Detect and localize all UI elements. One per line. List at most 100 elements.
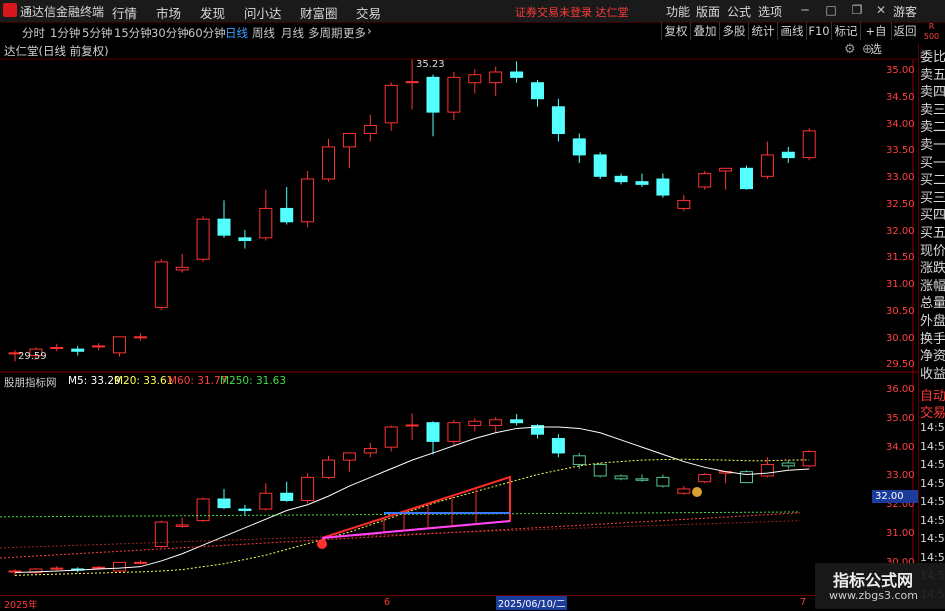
candle-body: [760, 154, 774, 177]
lower-candle-body: [217, 498, 231, 509]
lower-candle: [740, 470, 753, 484]
candle-body: [301, 178, 315, 223]
lower-axis-tick: 36.00: [886, 384, 915, 395]
quote-field: 涨跌: [920, 261, 945, 277]
candle: [677, 195, 691, 212]
lower-candle-body: [614, 475, 628, 480]
candle: [342, 133, 356, 169]
lower-candle-body: [196, 498, 210, 522]
candle: [50, 343, 64, 352]
candle: [802, 128, 816, 161]
lower-candle: [572, 452, 586, 469]
candle: [447, 72, 461, 121]
candle: [760, 141, 774, 179]
ma250-legend: M250: 31.63: [220, 375, 287, 387]
candle-body: [510, 71, 524, 78]
high-price-label: 35.23: [416, 59, 445, 70]
lower-candle: [635, 474, 649, 482]
tick-time: 14:56: [920, 439, 945, 453]
upper-axis-tick: 34.50: [886, 91, 915, 103]
lower-candle: [384, 425, 398, 452]
lower-candle-body: [133, 561, 147, 564]
upper-axis-tick: 30.00: [886, 332, 915, 344]
quote-field: 卖四: [920, 85, 945, 101]
lower-candle: [238, 504, 252, 515]
ma60-sub-line: [0, 520, 801, 549]
candle-body: [363, 125, 377, 135]
lower-candle-body: [489, 419, 503, 427]
quote-field: 卖一: [920, 138, 945, 153]
lower-candle-body: [426, 422, 440, 442]
candle: [280, 187, 294, 225]
quote-field: 买四: [920, 208, 945, 224]
date-end: 7: [800, 597, 807, 608]
tick-time: 14:56: [920, 495, 945, 508]
lower-candle: [593, 463, 607, 478]
upper-axis-tick: 33.50: [886, 145, 915, 157]
candle-body: [551, 106, 565, 135]
candle-body: [238, 237, 252, 242]
signal-dot-icon: [317, 539, 327, 549]
lower-candle-body: [280, 492, 294, 501]
kline-chart[interactable]: [0, 0, 945, 609]
candle-body: [802, 130, 816, 159]
quote-panel: 委比 卖五 卖四 卖三 卖二 卖一 买一 买二 买三 买四 买五 现价 涨跌 涨幅 总量 外盘 换手 净资 收益 自动…: [918, 44, 945, 609]
lower-candle: [322, 455, 335, 479]
lower-axis-tick: 35.00: [886, 412, 915, 424]
tick-time: 14:56: [920, 476, 945, 490]
lower-candle: [781, 460, 795, 469]
lower-candle: [363, 442, 377, 458]
lower-candle-body: [468, 420, 482, 427]
upper-axis-tick: 32.00: [886, 225, 915, 237]
lower-candle: [426, 421, 440, 455]
candle: [301, 170, 315, 228]
candle-body: [656, 178, 670, 196]
candle-body: [71, 348, 85, 352]
candle: [489, 66, 503, 97]
candle-body: [50, 347, 64, 350]
lower-candle: [405, 413, 419, 440]
ma5-line: [14, 426, 810, 573]
quote-field: 买一: [920, 155, 945, 171]
quote-field: 净资: [920, 349, 945, 365]
candle-body: [698, 173, 712, 188]
lower-candle: [301, 473, 315, 504]
lower-candle-body: [740, 471, 753, 484]
lower-axis-tick: 34.00: [886, 441, 915, 453]
candle: [719, 167, 733, 190]
lower-candle-body: [447, 422, 461, 442]
candle: [781, 146, 795, 163]
candle-body: [92, 345, 106, 348]
candle: [384, 82, 398, 131]
lower-candle-body: [593, 463, 607, 477]
lower-candle: [468, 418, 482, 432]
candle: [196, 216, 210, 262]
lower-candle: [489, 416, 503, 433]
candle: [133, 333, 147, 341]
candle-body: [447, 76, 461, 113]
quote-field: 现价: [920, 243, 945, 259]
candle-body: [342, 133, 356, 148]
candle-body: [635, 181, 649, 185]
candle: [635, 173, 649, 188]
lower-candle: [342, 452, 356, 472]
lower-candle-body: [551, 438, 565, 454]
upper-axis-tick: 35.00: [886, 65, 915, 76]
upper-axis-tick: 31.00: [886, 279, 915, 290]
candle-body: [405, 81, 419, 84]
candle-body: [740, 167, 753, 190]
lower-candle-body: [405, 424, 419, 427]
candle: [740, 165, 753, 190]
candle: [593, 152, 607, 179]
lower-candle: [677, 486, 691, 495]
watermark: 指标公式网 www.zbgs3.com: [815, 563, 945, 609]
lower-candle: [133, 560, 147, 565]
lower-candle-body: [781, 462, 795, 467]
lower-layer: [0, 413, 816, 576]
candle: [656, 173, 670, 198]
lower-candle: [196, 497, 210, 523]
auto-trade-label[interactable]: 交易: [920, 402, 945, 421]
candle-body: [781, 151, 795, 159]
lower-candle: [551, 434, 565, 458]
ma20-line: [14, 458, 810, 576]
